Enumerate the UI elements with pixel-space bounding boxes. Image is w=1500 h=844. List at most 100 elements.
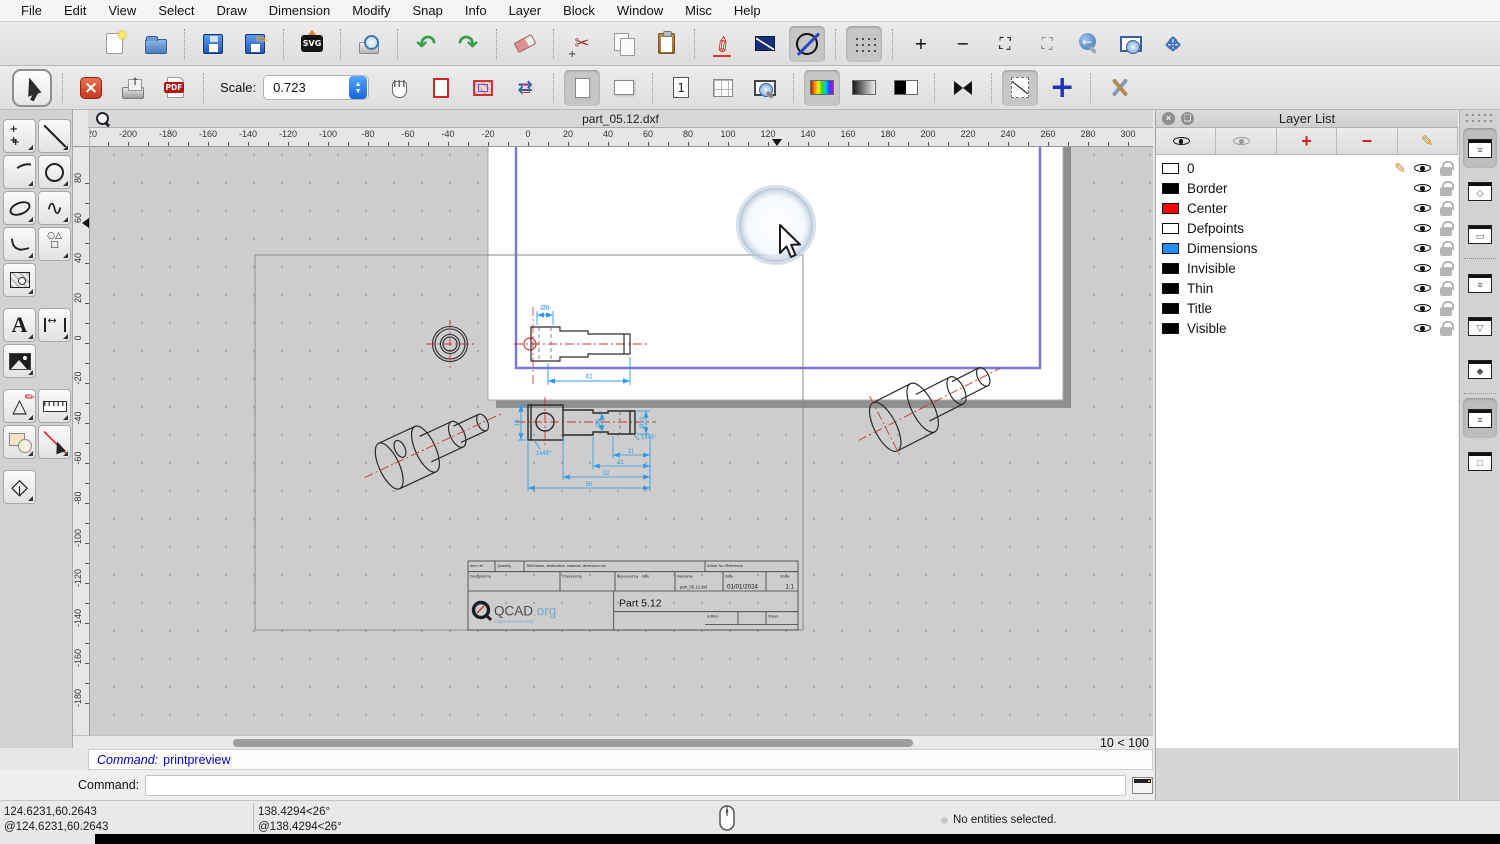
lineweight-button[interactable] xyxy=(945,70,981,106)
draw-edit-button[interactable] xyxy=(705,26,741,62)
paper-borders-button[interactable] xyxy=(423,70,459,106)
zoom-to-page-button[interactable] xyxy=(747,70,783,106)
report-panel-dock-button[interactable]: □ xyxy=(1463,441,1497,481)
edit-layer-button[interactable]: ✎ xyxy=(1397,128,1459,154)
draft-mode-button[interactable] xyxy=(789,25,825,62)
modify-tools-button[interactable]: △ xyxy=(3,389,36,423)
layer-color-swatch[interactable] xyxy=(1162,242,1179,254)
previous-view-button[interactable] xyxy=(1071,26,1107,62)
menu-info[interactable]: Info xyxy=(454,0,498,22)
block-list-dock-button[interactable]: ◇ xyxy=(1463,171,1497,211)
layer-color-swatch[interactable] xyxy=(1162,182,1179,194)
open-file-button[interactable] xyxy=(138,26,174,62)
layer-color-swatch[interactable] xyxy=(1162,282,1179,294)
command-input[interactable] xyxy=(145,774,1127,796)
portrait-button[interactable] xyxy=(564,69,601,106)
solid-tools-button[interactable]: ◇ xyxy=(3,470,37,504)
erase-button[interactable] xyxy=(507,26,543,62)
horizontal-scrollbar[interactable]: 10 < 100 xyxy=(73,735,1153,750)
dock-drag-handle[interactable] xyxy=(1466,112,1494,124)
layer-row-thin[interactable]: Thin xyxy=(1156,278,1458,298)
layer-lock-icon[interactable] xyxy=(1440,260,1454,276)
layer-lock-icon[interactable] xyxy=(1440,160,1454,176)
drawing-preferences-button[interactable] xyxy=(1101,70,1137,106)
remove-layer-button[interactable]: − xyxy=(1337,128,1398,154)
circle-tools-button[interactable] xyxy=(38,155,71,189)
scale-combobox[interactable]: 0.723 ▲ ▼ xyxy=(263,75,370,100)
redo-button[interactable]: ↷ xyxy=(450,26,486,62)
scrollbar-thumb[interactable] xyxy=(233,739,913,747)
point-tools-button[interactable] xyxy=(3,119,36,153)
single-page-button[interactable] xyxy=(663,70,699,106)
print-button[interactable] xyxy=(115,70,151,106)
auto-fit-drawing-button[interactable] xyxy=(507,70,543,106)
layer-list-dock-button[interactable]: ≡ xyxy=(1463,128,1497,168)
arc-tools-button[interactable] xyxy=(3,155,36,189)
layer-color-swatch[interactable] xyxy=(1162,322,1179,334)
property-editor-dock-button[interactable]: ≡ xyxy=(1463,263,1497,303)
layer-color-swatch[interactable] xyxy=(1162,302,1179,314)
layer-row-0[interactable]: 0 ✎ xyxy=(1156,158,1458,178)
measure-tools-button[interactable] xyxy=(38,389,71,423)
cut-button[interactable]: ✂ xyxy=(564,26,600,62)
full-color-button[interactable] xyxy=(804,69,841,106)
library-browser-dock-button[interactable]: ◆ xyxy=(1463,349,1497,389)
layer-visibility-icon[interactable] xyxy=(1414,221,1431,235)
layer-visibility-icon[interactable] xyxy=(1414,321,1431,335)
pan-button[interactable] xyxy=(1155,26,1191,62)
copy-button[interactable] xyxy=(606,26,642,62)
line-settings-button[interactable] xyxy=(747,26,783,62)
close-print-preview-button[interactable] xyxy=(73,70,109,106)
print-preview-button[interactable] xyxy=(351,26,387,62)
layer-row-center[interactable]: Center xyxy=(1156,198,1458,218)
pan-paper-button[interactable] xyxy=(381,70,417,106)
image-tools-button[interactable] xyxy=(3,344,37,378)
menu-view[interactable]: View xyxy=(97,0,147,22)
spline-tools-button[interactable]: ∿ xyxy=(38,191,71,225)
svg-export-button[interactable] xyxy=(294,26,330,62)
dimension-tools-button[interactable] xyxy=(38,308,71,342)
layer-lock-icon[interactable] xyxy=(1440,300,1454,316)
menu-modify[interactable]: Modify xyxy=(341,0,401,22)
menu-edit[interactable]: Edit xyxy=(53,0,97,22)
ellipse-tools-button[interactable] xyxy=(3,191,36,225)
layer-lock-icon[interactable] xyxy=(1440,280,1454,296)
shape-tools-button[interactable]: ○△ □ xyxy=(38,227,71,261)
hairline-mode-button[interactable] xyxy=(1002,69,1039,106)
zoom-in-button[interactable]: + xyxy=(903,26,939,62)
grid-toggle-button[interactable] xyxy=(846,25,882,62)
layer-lock-icon[interactable] xyxy=(1440,320,1454,336)
layer-lock-icon[interactable] xyxy=(1440,240,1454,256)
selection-pointer-button[interactable] xyxy=(12,68,52,107)
layer-color-swatch[interactable] xyxy=(1162,222,1179,234)
text-tools-button[interactable]: A xyxy=(3,308,36,342)
hatch-tools-button[interactable] xyxy=(3,263,37,297)
layer-visibility-icon[interactable] xyxy=(1414,261,1431,275)
layer-visibility-icon[interactable] xyxy=(1414,181,1431,195)
selection-filter-dock-button[interactable]: ▽ xyxy=(1463,306,1497,346)
zoom-selection-button[interactable]: ⛶ xyxy=(1029,26,1065,62)
black-white-button[interactable] xyxy=(888,70,924,106)
menu-snap[interactable]: Snap xyxy=(402,0,454,22)
add-layer-button[interactable]: + xyxy=(1276,128,1338,154)
scale-stepper-icon[interactable]: ▲ ▼ xyxy=(349,76,368,99)
new-file-button[interactable] xyxy=(96,26,132,62)
layer-visibility-icon[interactable] xyxy=(1414,301,1431,315)
menu-help[interactable]: Help xyxy=(723,0,772,22)
block-tools-button[interactable] xyxy=(3,425,36,459)
paste-button[interactable] xyxy=(648,26,684,62)
drawing-canvas[interactable]: Ø8 41 18 Ø8 Ø10 1x45° 1x45° 11 21 32 50 … xyxy=(90,147,1153,735)
layer-color-swatch[interactable] xyxy=(1162,262,1179,274)
menu-dimension[interactable]: Dimension xyxy=(258,0,341,22)
multiple-pages-button[interactable] xyxy=(705,70,741,106)
layer-lock-icon[interactable] xyxy=(1440,220,1454,236)
polyline-tools-button[interactable] xyxy=(3,227,36,261)
save-button[interactable] xyxy=(195,26,231,62)
auto-zoom-button[interactable]: ⛶ xyxy=(987,26,1023,62)
menu-draw[interactable]: Draw xyxy=(205,0,257,22)
layer-lock-icon[interactable] xyxy=(1440,200,1454,216)
undo-button[interactable]: ↶ xyxy=(408,26,444,62)
select-tools-button[interactable] xyxy=(38,425,71,459)
menu-file[interactable]: File xyxy=(10,0,53,22)
layer-color-swatch[interactable] xyxy=(1162,162,1179,174)
